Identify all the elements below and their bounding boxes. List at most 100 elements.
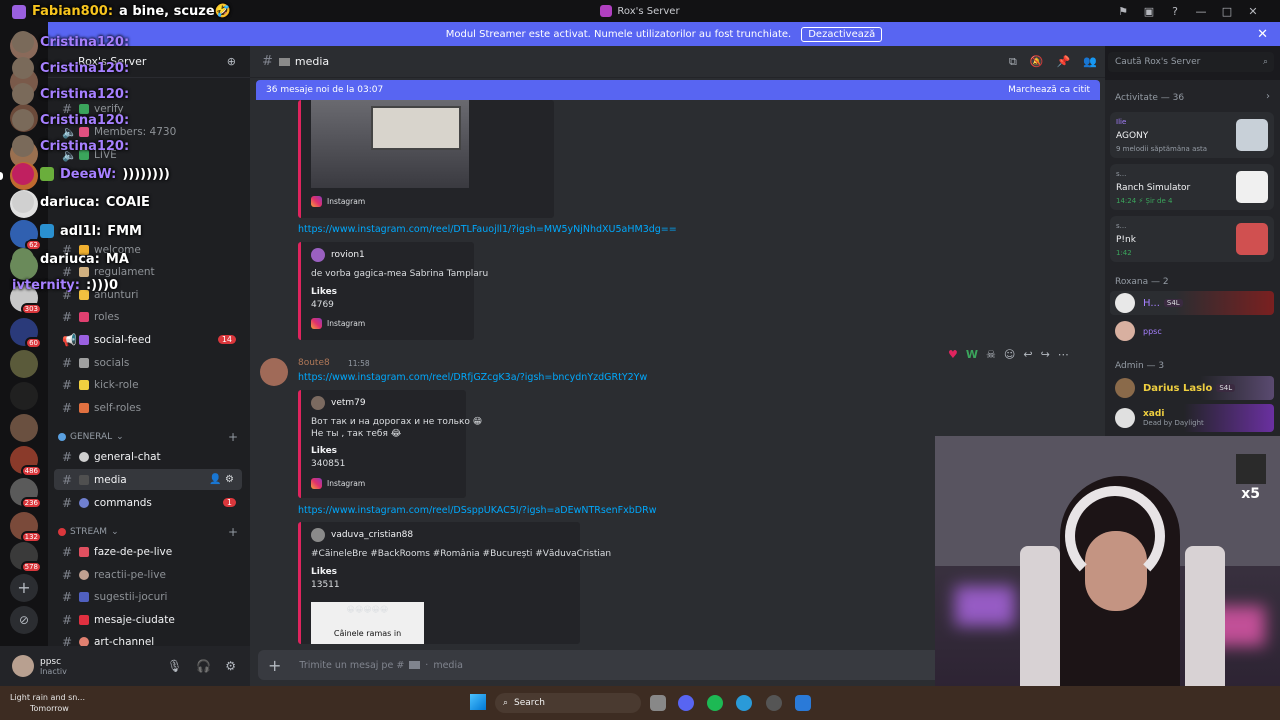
channel-mesaje-ciudate[interactable]: # mesaje-ciudate bbox=[54, 609, 242, 630]
gear-icon[interactable]: ⚙ bbox=[225, 659, 236, 673]
message-author[interactable]: 8oute8 bbox=[298, 358, 330, 368]
disable-streamer-button[interactable]: Dezactivează bbox=[801, 26, 883, 42]
search-icon: ⌕ bbox=[503, 698, 509, 708]
weather-widget[interactable]: Light rain and sn... Tomorrow bbox=[10, 692, 85, 714]
discord-icon[interactable] bbox=[678, 695, 694, 711]
add-reaction-icon[interactable]: ☺ bbox=[1004, 348, 1015, 361]
channel-general-chat[interactable]: # general-chat bbox=[54, 446, 242, 467]
avatar bbox=[12, 135, 34, 157]
add-attachment-icon[interactable]: + bbox=[268, 656, 281, 675]
message-link[interactable]: https://www.instagram.com/reel/DSsppUKAC… bbox=[298, 505, 656, 516]
reply-icon[interactable]: ↩ bbox=[1023, 348, 1032, 361]
ribbon-emoji-icon bbox=[79, 311, 89, 322]
badge-icon bbox=[40, 224, 54, 238]
activity-card[interactable]: s... P!nk 1:42 bbox=[1110, 216, 1274, 262]
hash-icon: # bbox=[62, 589, 73, 604]
message-link[interactable]: https://www.instagram.com/reel/DTLFauojl… bbox=[298, 224, 677, 235]
instagram-icon bbox=[311, 318, 322, 329]
video-thumbnail[interactable] bbox=[311, 100, 469, 188]
pin-icon[interactable]: 📌 bbox=[1057, 55, 1071, 69]
server-icon[interactable] bbox=[10, 382, 38, 410]
minimize-button[interactable]: — bbox=[1188, 5, 1214, 18]
add-channel-icon[interactable]: + bbox=[228, 525, 238, 539]
forward-icon[interactable]: ↪ bbox=[1041, 348, 1050, 361]
red-dot-icon bbox=[58, 528, 66, 536]
channel-roles[interactable]: # roles bbox=[54, 306, 242, 327]
server-icon[interactable] bbox=[10, 512, 42, 543]
obs-icon[interactable] bbox=[766, 695, 782, 711]
overlay-message: ivternity::)))0 bbox=[12, 278, 118, 293]
channel-settings-icon[interactable]: 👤 ⚙ bbox=[209, 474, 234, 485]
video-thumbnail[interactable]: 😀😀😀😀😀 Câinele ramas in bbox=[311, 602, 424, 644]
maximize-button[interactable]: □ bbox=[1214, 5, 1240, 18]
embed-author[interactable]: vetm79 bbox=[331, 398, 366, 408]
message-link[interactable]: https://www.instagram.com/reel/DRfjGZcgK… bbox=[298, 372, 647, 383]
server-icon[interactable] bbox=[10, 350, 38, 378]
channel-social-feed[interactable]: 📢 social-feed 14 bbox=[54, 329, 242, 350]
new-messages-bar[interactable]: 36 mesaje noi de la 03:07 Marchează ca c… bbox=[256, 80, 1100, 100]
likes-label: Likes bbox=[311, 446, 338, 456]
server-icon[interactable] bbox=[10, 542, 42, 573]
heart-reaction-icon[interactable]: ♥ bbox=[948, 348, 958, 361]
embed-author[interactable]: vaduva_cristian88 bbox=[331, 530, 413, 540]
overlay-message: Fabian800: a bine, scuze🤣 bbox=[12, 4, 231, 19]
channel-label: socials bbox=[94, 356, 130, 369]
chevron-right-icon[interactable]: › bbox=[1266, 91, 1270, 102]
embed-source: Instagram bbox=[327, 197, 366, 206]
members-icon[interactable]: 👥 bbox=[1083, 55, 1097, 69]
discover-icon[interactable]: ⊘ bbox=[10, 606, 38, 634]
server-icon[interactable] bbox=[10, 414, 38, 442]
channel-art-channel[interactable]: # art-channel bbox=[54, 631, 242, 646]
category-general[interactable]: GENERAL ⌄ + bbox=[58, 430, 240, 444]
member-item[interactable]: ppsc bbox=[1110, 319, 1274, 343]
member-item[interactable]: H... S4L bbox=[1110, 291, 1274, 315]
channel-faze-de-pe-live[interactable]: # faze-de-pe-live bbox=[54, 541, 242, 562]
activity-card[interactable]: s... Ranch Simulator 14:24 ⚡ Șir de 4 bbox=[1110, 164, 1274, 210]
channel-commands[interactable]: # commands 1 bbox=[54, 492, 242, 513]
channel-socials[interactable]: # socials bbox=[54, 352, 242, 373]
channel-media[interactable]: # media 👤 ⚙ bbox=[54, 469, 242, 490]
help-icon[interactable]: ? bbox=[1162, 5, 1188, 18]
channel-reactii-pe-live[interactable]: # reactii-pe-live bbox=[54, 564, 242, 585]
app-icon[interactable] bbox=[795, 695, 811, 711]
embed-author[interactable]: rovion1 bbox=[331, 250, 365, 260]
unread-count-badge: 1 bbox=[222, 498, 236, 507]
edge-icon[interactable] bbox=[736, 695, 752, 711]
server-icon[interactable] bbox=[10, 478, 42, 509]
threads-icon[interactable]: ⧉ bbox=[1009, 55, 1017, 69]
skull-reaction-icon[interactable]: ☠ bbox=[986, 348, 996, 361]
inbox-icon[interactable]: ⚑ bbox=[1110, 5, 1136, 18]
add-server-icon[interactable]: + bbox=[10, 574, 38, 602]
spotify-icon[interactable] bbox=[707, 695, 723, 711]
member-item[interactable]: Darius Laslo S4L bbox=[1110, 376, 1274, 400]
task-view-icon[interactable] bbox=[650, 695, 666, 711]
mark-read-button[interactable]: Marchează ca citit bbox=[1008, 85, 1090, 95]
start-icon[interactable] bbox=[470, 694, 486, 710]
server-icon[interactable] bbox=[10, 446, 42, 477]
screen-icon[interactable]: ▣ bbox=[1136, 5, 1162, 18]
search-input[interactable]: Caută Rox's Server ⌕ bbox=[1108, 52, 1274, 72]
overlay-user: Cristina120: bbox=[40, 86, 130, 102]
activity-header[interactable]: Activitate — 36 bbox=[1115, 93, 1184, 103]
add-channel-icon[interactable]: + bbox=[228, 430, 238, 444]
w-reaction-icon[interactable]: W bbox=[966, 348, 978, 361]
member-item[interactable]: xadi Dead by Daylight bbox=[1110, 404, 1274, 432]
mute-icon[interactable]: 🔕 bbox=[1030, 55, 1044, 69]
avatar[interactable] bbox=[12, 655, 34, 677]
activity-card[interactable]: Ilie AGONY 9 melodii săptămâna asta bbox=[1110, 112, 1274, 158]
member-name: xadi bbox=[1143, 409, 1165, 419]
overlay-user: adl1l: bbox=[60, 223, 102, 239]
category-stream[interactable]: STREAM ⌄ + bbox=[58, 525, 240, 539]
channel-kick-role[interactable]: # kick-role bbox=[54, 374, 242, 395]
invite-icon[interactable]: ⊕ bbox=[227, 55, 236, 68]
avatar[interactable] bbox=[260, 358, 288, 386]
close-window-button[interactable]: ✕ bbox=[1240, 5, 1266, 18]
close-icon[interactable]: ✕ bbox=[1257, 27, 1268, 42]
channel-sugestii-jocuri[interactable]: # sugestii-jocuri bbox=[54, 586, 242, 607]
channel-self-roles[interactable]: # self-roles bbox=[54, 397, 242, 418]
microphone-icon[interactable]: 🎙 bbox=[167, 659, 182, 673]
more-icon[interactable]: ⋯ bbox=[1058, 348, 1069, 361]
server-icon[interactable] bbox=[10, 318, 42, 349]
headphones-icon[interactable]: 🎧 bbox=[196, 659, 211, 673]
taskbar-search[interactable]: ⌕ Search bbox=[495, 693, 641, 713]
